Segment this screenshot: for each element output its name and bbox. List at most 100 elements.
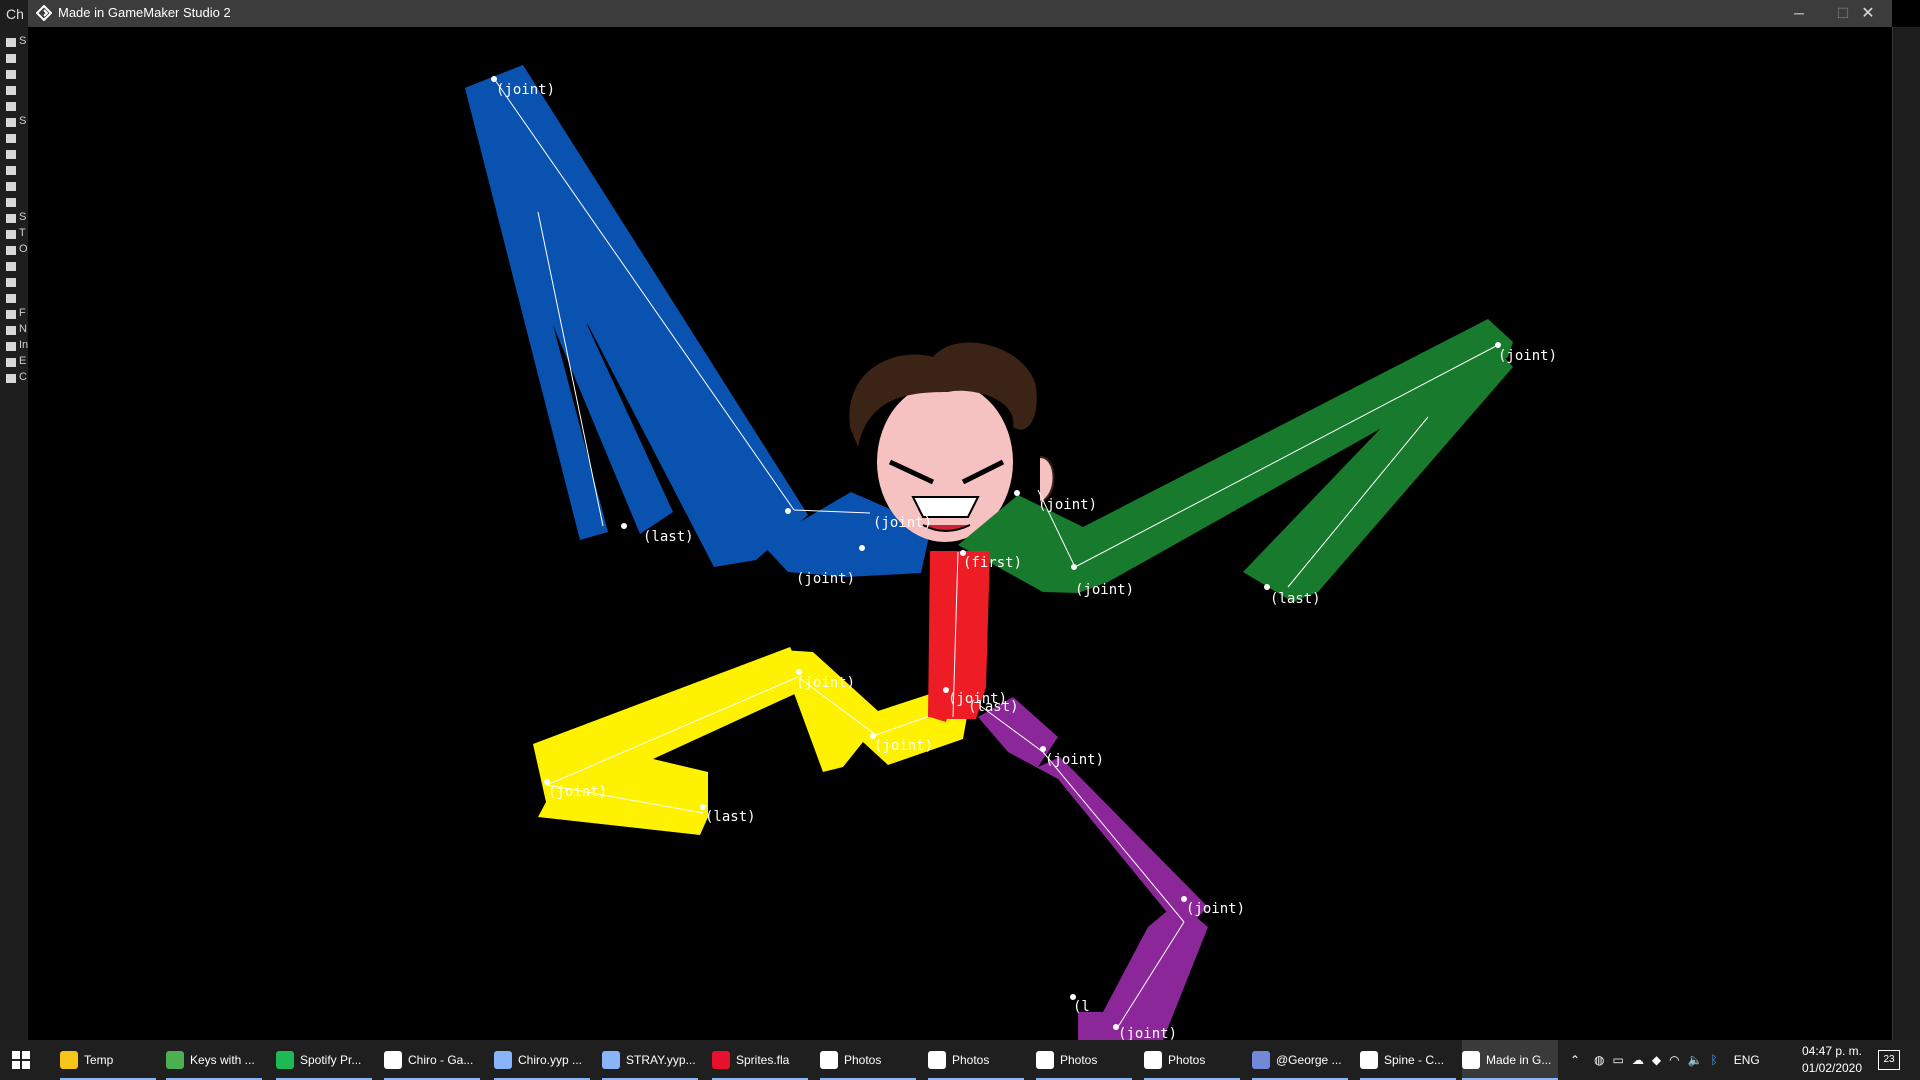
file-icon xyxy=(6,150,16,159)
photos-icon xyxy=(1036,1051,1054,1069)
green-label-4: (last) xyxy=(1270,591,1321,607)
ide-tree-item[interactable] xyxy=(4,52,26,66)
ide-tree-item[interactable] xyxy=(4,100,26,114)
taskbar-item[interactable]: Made in G... xyxy=(1462,1040,1558,1080)
taskbar-item-label: Keys with ... xyxy=(190,1053,255,1067)
tray-app-icon[interactable]: ◍ xyxy=(1594,1053,1604,1067)
taskbar-item[interactable]: Photos xyxy=(820,1040,916,1080)
yellow-label-2: (joint) xyxy=(874,738,933,754)
ide-tree-item[interactable]: S xyxy=(4,35,26,50)
photos-icon xyxy=(928,1051,946,1069)
wifi-icon[interactable]: ◠ xyxy=(1669,1053,1679,1067)
start-button[interactable] xyxy=(12,1040,36,1080)
ide-tree-item[interactable] xyxy=(4,260,26,274)
ide-tree-item[interactable]: O xyxy=(4,243,28,258)
notification-center-button[interactable]: 23 xyxy=(1878,1050,1900,1070)
taskbar-item[interactable]: Photos xyxy=(928,1040,1024,1080)
blue-label-3: (joint) xyxy=(796,571,855,587)
folder-icon xyxy=(60,1051,78,1069)
ide-tree-item[interactable] xyxy=(4,292,26,306)
ide-tree-label: S xyxy=(19,211,27,223)
gamemaker-ide-icon xyxy=(494,1051,512,1069)
taskbar-item[interactable]: @George ... xyxy=(1252,1040,1348,1080)
system-tray: ◍ ▭ ☁ ◆ ◠ 🔈 ᛒ ENG xyxy=(1594,1040,1760,1080)
ide-tree-item[interactable] xyxy=(4,84,26,98)
cloud-icon[interactable]: ☁ xyxy=(1632,1053,1644,1067)
clock[interactable]: 04:47 p. m. 01/02/2020 xyxy=(1797,1043,1867,1077)
taskbar-item[interactable]: Chiro - Ga... xyxy=(384,1040,480,1080)
file-icon xyxy=(6,38,16,47)
ide-tree-item[interactable]: E xyxy=(4,355,26,370)
purple-limb xyxy=(970,697,1208,1040)
taskbar-item[interactable]: Keys with ... xyxy=(166,1040,262,1080)
green-label-2: (joint) xyxy=(1075,582,1134,598)
file-icon xyxy=(6,70,16,79)
window-titlebar[interactable]: Made in GameMaker Studio 2 ─ ☐ ✕ xyxy=(28,0,1892,27)
language-indicator[interactable]: ENG xyxy=(1734,1053,1760,1067)
dropbox-icon[interactable]: ◆ xyxy=(1652,1053,1661,1067)
gamemaker-icon xyxy=(1462,1051,1480,1069)
ide-right-panel xyxy=(1892,27,1920,1040)
taskbar-item[interactable]: STRAY.yyp... xyxy=(602,1040,698,1080)
red-label-1: (first) xyxy=(963,555,1022,571)
ide-tree-item[interactable]: T xyxy=(4,227,26,242)
ide-tree-item[interactable]: F xyxy=(4,307,26,322)
ide-tab-label[interactable]: Ch xyxy=(6,6,24,22)
tray-chevron-icon[interactable]: ⌃ xyxy=(1570,1040,1584,1080)
blue-label-2: (joint) xyxy=(873,515,932,531)
ide-tree-item[interactable] xyxy=(4,196,26,210)
file-icon xyxy=(6,278,16,287)
taskbar-item-label: Sprites.fla xyxy=(736,1053,790,1067)
ide-tree-item[interactable]: C xyxy=(4,371,27,386)
ide-tree-item[interactable] xyxy=(4,276,26,290)
file-icon xyxy=(6,102,16,111)
taskbar-item-label: Chiro.yyp ... xyxy=(518,1053,583,1067)
volume-icon[interactable]: 🔈 xyxy=(1688,1053,1703,1067)
green-label-1: (joint) xyxy=(1038,497,1097,513)
taskbar-item-label: Photos xyxy=(1060,1053,1098,1067)
ide-tree-item[interactable] xyxy=(4,180,26,194)
file-icon xyxy=(6,198,16,207)
ide-tree-item[interactable]: N xyxy=(4,323,27,338)
ide-tree-label: In xyxy=(19,339,29,351)
taskbar-item-label: Made in G... xyxy=(1486,1053,1552,1067)
ide-tree-item[interactable] xyxy=(4,164,26,178)
taskbar-item[interactable]: Temp xyxy=(60,1040,156,1080)
game-canvas[interactable]: (joint) (joint) (joint) (last) (joint) (… xyxy=(28,27,1892,1040)
ide-tree-item[interactable] xyxy=(4,68,26,82)
blue-label-1: (joint) xyxy=(496,82,555,98)
taskbar-item-label: Photos xyxy=(1168,1053,1206,1067)
ide-tree-item[interactable] xyxy=(4,132,26,146)
window-title: Made in GameMaker Studio 2 xyxy=(58,5,231,20)
taskbar-item[interactable]: Sprites.fla xyxy=(712,1040,808,1080)
ide-tree-item[interactable]: S xyxy=(4,115,27,130)
spotify-icon xyxy=(276,1051,294,1069)
battery-icon[interactable]: ▭ xyxy=(1612,1053,1623,1067)
yellow-label-4: (last) xyxy=(705,809,756,825)
ide-tree-item[interactable]: S xyxy=(4,211,27,226)
close-button[interactable]: ✕ xyxy=(1846,0,1890,27)
taskbar-item[interactable]: Spine - C... xyxy=(1360,1040,1456,1080)
taskbar-item[interactable]: Photos xyxy=(1144,1040,1240,1080)
taskbar-item[interactable]: Chiro.yyp ... xyxy=(494,1040,590,1080)
yellow-label-1: (joint) xyxy=(796,675,855,691)
ide-tree-label: S xyxy=(19,115,27,127)
gamemaker-icon xyxy=(384,1051,402,1069)
bluetooth-icon[interactable]: ᛒ xyxy=(1711,1053,1718,1067)
gamemaker-ide-icon xyxy=(602,1051,620,1069)
gamemaker-icon xyxy=(36,5,52,21)
minimize-button[interactable]: ─ xyxy=(1777,0,1821,27)
taskbar-item[interactable]: Spotify Pr... xyxy=(276,1040,372,1080)
taskbar-item[interactable]: Photos xyxy=(1036,1040,1132,1080)
photos-icon xyxy=(1144,1051,1162,1069)
ide-tree-label: O xyxy=(19,243,28,255)
windows-icon xyxy=(12,1051,30,1069)
ide-tree-item[interactable] xyxy=(4,148,26,162)
file-icon xyxy=(6,246,16,255)
blue-limb xyxy=(465,65,931,577)
taskbar-item-label: Photos xyxy=(952,1053,990,1067)
file-icon xyxy=(6,294,16,303)
purple-label-1: (last) xyxy=(968,699,1019,715)
ide-tree-item[interactable]: In xyxy=(4,339,29,354)
taskbar-item-label: Temp xyxy=(84,1053,114,1067)
